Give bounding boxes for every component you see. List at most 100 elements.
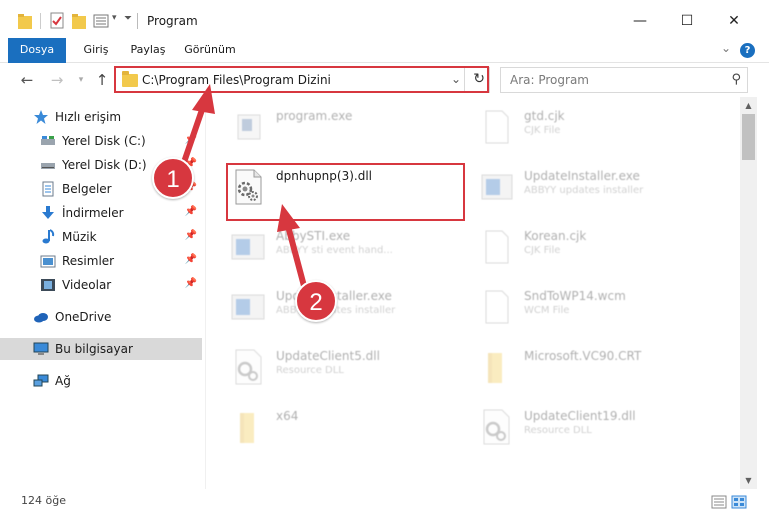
sidebar-item-label: OneDrive [55, 310, 112, 324]
file-description: WCM File [524, 305, 570, 316]
star-icon [34, 110, 48, 124]
sidebar-item-label: Bu bilgisayar [55, 342, 133, 356]
vertical-scrollbar[interactable]: ▲ ▼ [740, 97, 757, 489]
sidebar-item-network[interactable]: Ağ [0, 370, 202, 392]
status-bar: 124 öğe [0, 489, 769, 529]
pin-icon[interactable]: 📌 [185, 206, 197, 217]
tab-paylas[interactable]: Paylaş [122, 38, 174, 63]
ribbon-tabs: Dosya Giriş Paylaş Görünüm ⌄ ? [0, 38, 769, 92]
back-arrow-icon: ← [20, 71, 34, 89]
recent-locations-button[interactable]: ▾ [70, 69, 92, 91]
sidebar-item-pictures[interactable]: Resimler 📌 [0, 250, 202, 272]
details-view-icon[interactable] [711, 495, 727, 509]
up-button[interactable]: ↑ [91, 69, 113, 91]
file-name: gtd.cjk [524, 109, 565, 123]
file-item[interactable]: x64 [210, 399, 450, 453]
expand-ribbon-icon[interactable]: ⌄ [721, 41, 731, 55]
sidebar-item-quick-access[interactable]: Hızlı erişim [0, 106, 202, 128]
scroll-down-icon[interactable]: ▼ [740, 472, 757, 489]
pictures-icon [40, 255, 56, 268]
file-name: AbbySTI.exe [276, 229, 351, 243]
file-item[interactable]: program.exe [210, 99, 450, 153]
forward-button[interactable]: → [46, 69, 68, 91]
search-placeholder: Ara: Program [510, 73, 589, 87]
exe-icon [237, 114, 261, 140]
file-item[interactable]: UpdateClient5.dll Resource DLL [210, 339, 450, 393]
installer-icon [231, 294, 265, 320]
file-name: UpdateClient5.dll [276, 349, 380, 363]
exe-icon [231, 234, 265, 260]
back-button[interactable]: ← [16, 69, 38, 91]
pin-icon[interactable]: 📌 [185, 254, 197, 265]
sidebar-item-downloads[interactable]: İndirmeler 📌 [0, 202, 202, 224]
sidebar-item-music[interactable]: Müzik 📌 [0, 226, 202, 248]
scroll-up-icon[interactable]: ▲ [740, 97, 757, 114]
drive-icon [41, 136, 55, 145]
sidebar-item-label: Hızlı erişim [55, 110, 122, 124]
blank-file-icon [485, 290, 509, 324]
tab-gorunum[interactable]: Görünüm [178, 38, 242, 63]
sidebar-item-label: Müzik [62, 230, 97, 244]
pane-divider[interactable] [205, 97, 206, 489]
forward-arrow-icon: → [50, 71, 64, 89]
customize-qa-icon[interactable]: ⏷ [124, 13, 132, 31]
maximize-button[interactable]: ☐ [667, 8, 707, 34]
help-button[interactable]: ? [740, 43, 755, 58]
file-name: program.exe [276, 109, 353, 123]
sidebar-item-disk-c[interactable]: Yerel Disk (C:) 📌 [0, 130, 202, 152]
new-folder-icon[interactable] [72, 12, 86, 30]
sidebar-item-label: İndirmeler [62, 206, 124, 220]
blank-file-icon [485, 110, 509, 144]
pin-icon[interactable]: 📌 [185, 134, 197, 145]
documents-icon [42, 181, 54, 197]
file-description: Resource DLL [524, 425, 592, 436]
sidebar-item-label: Videolar [62, 278, 112, 292]
file-item[interactable]: gtd.cjk CJK File [458, 99, 698, 153]
file-description: Resource DLL [276, 365, 344, 376]
close-button[interactable]: ✕ [714, 8, 754, 34]
sidebar-item-this-pc[interactable]: Bu bilgisayar [0, 338, 202, 360]
network-icon [33, 374, 49, 387]
qa-dropdown-icon[interactable]: ▾ [112, 13, 117, 31]
file-item[interactable]: Korean.cjk CJK File [458, 219, 698, 273]
tab-giris[interactable]: Giriş [70, 38, 122, 63]
file-item[interactable]: UpdateInstaller.exe ABBYY updates instal… [458, 159, 698, 213]
large-icons-view-icon[interactable] [731, 495, 747, 509]
file-name: SndToWP14.wcm [524, 289, 626, 303]
pin-icon[interactable]: 📌 [185, 230, 197, 241]
search-icon[interactable]: ⚲ [731, 72, 741, 87]
computer-icon [33, 342, 49, 355]
file-description: ABBYY updates installer [524, 185, 644, 196]
pin-icon[interactable]: 📌 [185, 278, 197, 289]
download-icon [42, 206, 54, 219]
installer-icon [481, 174, 513, 200]
step-1-badge: 1 [152, 157, 194, 199]
folder-icon[interactable] [18, 12, 32, 30]
file-item[interactable]: Microsoft.VC90.CRT [458, 339, 698, 393]
file-list: program.exe gtd.cjk CJK File dpnhupnp(3)… [210, 97, 740, 489]
sidebar-item-onedrive[interactable]: OneDrive [0, 306, 202, 328]
file-name: x64 [276, 409, 299, 423]
sidebar-item-videos[interactable]: Videolar 📌 [0, 274, 202, 296]
view-options-icon[interactable] [93, 12, 111, 30]
minimize-button[interactable]: — [620, 8, 660, 34]
sidebar-item-label: Ağ [55, 374, 71, 388]
sidebar-item-label: Yerel Disk (D:) [62, 158, 147, 172]
file-highlight-box [226, 163, 465, 221]
file-item[interactable]: UpdateClient19.dll Resource DLL [458, 399, 698, 453]
file-name: UpdateInstaller.exe [524, 169, 640, 183]
file-description: CJK File [524, 125, 561, 136]
search-input[interactable]: Ara: Program ⚲ [500, 67, 748, 93]
dll-gear-icon [235, 349, 262, 385]
properties-icon[interactable] [50, 12, 64, 30]
folder-icon [240, 413, 254, 443]
scrollbar-thumb[interactable] [742, 114, 755, 160]
file-description: CJK File [524, 245, 561, 256]
title-separator [137, 13, 138, 29]
file-item[interactable]: AbbySTI.exe ABBYY sti event hand... [210, 219, 450, 273]
cloud-icon [34, 313, 48, 323]
file-item[interactable]: SndToWP14.wcm WCM File [458, 279, 698, 333]
sidebar-item-label: Belgeler [62, 182, 112, 196]
sidebar-item-label: Yerel Disk (C:) [62, 134, 146, 148]
qa-divider [40, 13, 41, 29]
